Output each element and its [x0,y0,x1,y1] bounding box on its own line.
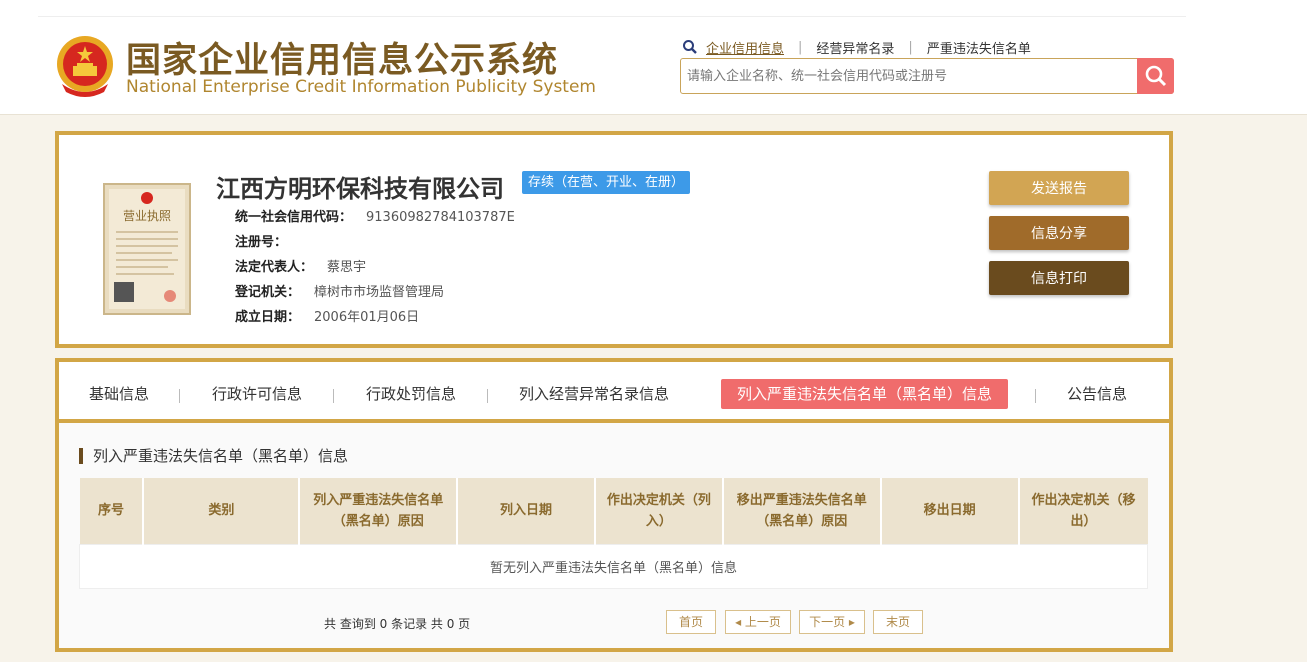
field-label: 注册号： [235,235,288,250]
field-label: 登记机关： [235,285,301,300]
chevron-right-icon: ▸ [845,615,855,629]
col-header: 作出决定机关（移出） [1018,478,1148,544]
license-title: 营业执照 [123,209,171,223]
col-header: 作出决定机关（列入） [594,478,724,544]
top-divider [38,16,1186,17]
search-input[interactable] [687,59,1137,93]
company-card: 营业执照 江西方明环保科技有限公司 存续（在营、开业、在册） 统一社会信用代码：… [55,131,1173,348]
col-header: 移出严重违法失信名单（黑名单）原因 [722,478,882,544]
tab-separator [487,389,488,403]
chevron-left-icon: ◂ [735,615,745,629]
tab-content: 列入严重违法失信名单（黑名单）信息 序号 类别 列入严重违法失信名单（黑名单）原… [59,423,1169,648]
share-info-button[interactable]: 信息分享 [989,216,1129,250]
site-header: 国家企业信用信息公示系统 National Enterprise Credit … [0,0,1307,115]
business-license-image: 营业执照 [103,183,191,315]
nav-link-enterprise-credit[interactable]: 企业信用信息 [706,38,784,57]
first-page-button[interactable]: 首页 [666,610,716,634]
pager-summary: 共 查询到 0 条记录 共 0 页 [324,617,471,631]
last-page-button[interactable]: 末页 [873,610,923,634]
site-title-en: National Enterprise Credit Information P… [126,77,596,97]
tab-basic-info[interactable]: 基础信息 [89,379,149,409]
col-header: 列入日期 [457,478,596,544]
tab-abnormal-list[interactable]: 列入经营异常名录信息 [519,379,669,409]
nav-link-abnormal-list[interactable]: 经营异常名录 [816,38,894,57]
tab-separator [333,389,334,403]
info-row-legal-rep: 法定代表人： 蔡思宇 [235,256,366,275]
site-title-cn: 国家企业信用信息公示系统 [126,41,559,81]
tab-admin-license[interactable]: 行政许可信息 [212,379,302,409]
magnifier-small-icon [683,40,697,54]
status-badge: 存续（在营、开业、在册） [522,171,691,194]
empty-message: 暂无列入严重违法失信名单（黑名单）信息 [79,543,1148,589]
top-nav: 企业信用信息 | 经营异常名录 | 严重违法失信名单 [682,38,1031,57]
tab-admin-penalty[interactable]: 行政处罚信息 [366,379,456,409]
tab-separator [1035,389,1036,403]
next-page-label: 下一页 [809,615,846,629]
col-header: 类别 [143,478,301,544]
search-box [680,58,1174,94]
info-row-reg-number: 注册号： [235,231,301,250]
col-header: 列入严重违法失信名单（黑名单）原因 [299,478,459,544]
field-value: 2006年01月06日 [314,310,420,325]
field-value: 樟树市市场监督管理局 [314,285,445,300]
col-header: 序号 [79,478,145,544]
prev-page-button[interactable]: ◂ 上一页 [725,610,791,634]
field-value: 91360982784103787E [366,210,515,225]
field-label: 法定代表人： [235,260,314,275]
col-header: 移出日期 [880,478,1020,544]
field-label: 统一社会信用代码： [235,210,353,225]
tab-separator [179,389,180,403]
info-row-established-date: 成立日期： 2006年01月06日 [235,306,419,325]
nav-separator: | [908,39,913,55]
search-button[interactable] [1137,58,1174,94]
table-row: 暂无列入严重违法失信名单（黑名单）信息 [79,543,1148,589]
nav-separator: | [798,39,803,55]
info-row-credit-code: 统一社会信用代码： 91360982784103787E [235,206,515,225]
nav-link-blacklist[interactable]: 严重违法失信名单 [927,38,1031,57]
prev-page-label: 上一页 [744,615,781,629]
tab-bar: 基础信息 行政许可信息 行政处罚信息 列入经营异常名录信息 列入严重违法失信名单… [59,362,1169,423]
search-icon [1145,65,1166,87]
section-title: 列入严重违法失信名单（黑名单）信息 [79,448,348,464]
tab-announcement[interactable]: 公告信息 [1067,379,1127,409]
field-label: 成立日期： [235,310,301,325]
field-value: 蔡思宇 [327,260,367,275]
blacklist-table: 序号 类别 列入严重违法失信名单（黑名单）原因 列入日期 作出决定机关（列入） … [79,478,1148,589]
company-name: 江西方明环保科技有限公司 [216,175,504,203]
send-report-button[interactable]: 发送报告 [989,171,1129,205]
info-row-reg-authority: 登记机关： 樟树市市场监督管理局 [235,281,444,300]
print-info-button[interactable]: 信息打印 [989,261,1129,295]
info-panel: 基础信息 行政许可信息 行政处罚信息 列入经营异常名录信息 列入严重违法失信名单… [55,358,1173,652]
tab-blacklist[interactable]: 列入严重违法失信名单（黑名单）信息 [721,379,1009,409]
national-emblem-icon [57,36,113,97]
next-page-button[interactable]: 下一页 ▸ [799,610,865,634]
table-header-row: 序号 类别 列入严重违法失信名单（黑名单）原因 列入日期 作出决定机关（列入） … [79,478,1148,544]
